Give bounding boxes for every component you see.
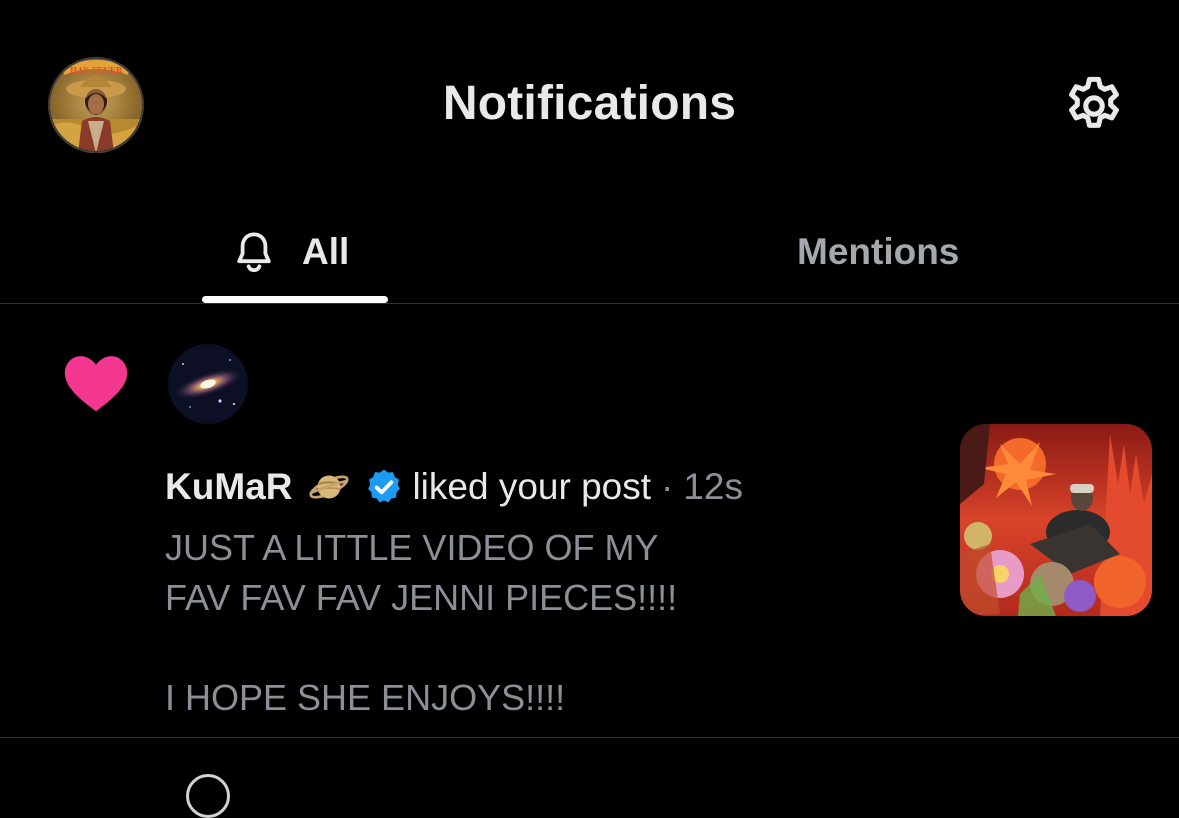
notification-tabs: All Mentions — [0, 200, 1179, 304]
post-preview-text[interactable]: JUST A LITTLE VIDEO OF MY FAV FAV FAV JE… — [165, 523, 905, 723]
active-tab-indicator — [202, 296, 388, 303]
page-title: Notifications — [442, 77, 737, 130]
notification-action: liked your post — [412, 466, 652, 507]
separator-dot: · — [661, 466, 674, 507]
tab-mentions-label: Mentions — [797, 230, 960, 272]
bell-icon — [237, 232, 271, 272]
tab-mentions[interactable]: Mentions — [797, 200, 959, 303]
top-bar: HAY FEVER Notifications — [0, 0, 1179, 200]
liker-name[interactable]: KuMaR — [165, 466, 292, 508]
tab-all-label: All — [302, 230, 350, 272]
liker-avatar[interactable] — [168, 344, 248, 424]
next-notification-avatar[interactable] — [186, 774, 230, 818]
saturn-icon — [309, 475, 350, 499]
collage-image — [960, 424, 1152, 616]
tab-all[interactable]: All — [230, 200, 349, 303]
galaxy-image — [168, 344, 248, 424]
profile-avatar-logo-text: HAY FEVER — [70, 65, 123, 75]
notification-summary: KuMaR liked your post · 12s — [165, 462, 743, 512]
gear-icon — [1069, 76, 1119, 128]
verified-badge-icon — [368, 469, 401, 503]
notification-item[interactable]: KuMaR liked your post · 12s JUST A LITTL… — [0, 305, 1179, 738]
post-thumbnail[interactable] — [960, 424, 1152, 616]
settings-button[interactable] — [1060, 72, 1128, 140]
timestamp: 12s — [683, 466, 744, 507]
heart-icon — [64, 356, 128, 412]
